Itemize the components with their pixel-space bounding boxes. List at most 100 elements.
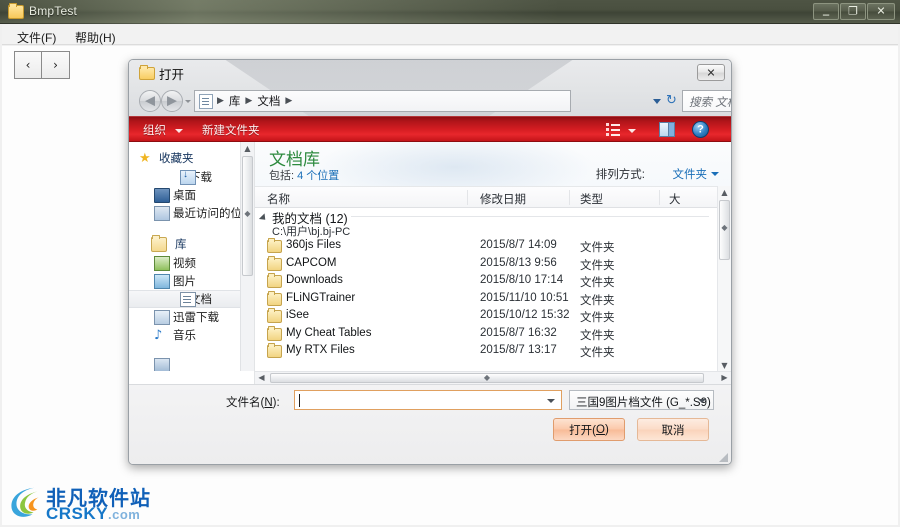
sidebar-item-thunder-download[interactable]: 迅雷下载 — [129, 308, 254, 326]
hscroll-right-button[interactable]: ▶ — [718, 372, 731, 384]
breadcrumb-item-library[interactable]: 库 — [225, 93, 245, 109]
view-mode-icon[interactable] — [606, 123, 620, 136]
filetype-select[interactable]: 三国9图片档文件 (G_*.S9) — [569, 390, 714, 410]
group-rule — [351, 216, 709, 217]
preview-pane-icon[interactable] — [659, 122, 675, 137]
table-row[interactable]: My RTX Files 2015/8/7 13:17 文件夹 — [255, 343, 717, 361]
filename-dropdown-icon[interactable] — [547, 399, 555, 403]
open-label-key: O — [596, 423, 605, 436]
table-row[interactable]: 360js Files 2015/8/7 14:09 文件夹 — [255, 238, 717, 256]
address-dropdown-icon[interactable] — [653, 99, 661, 104]
organize-button[interactable]: 组织 — [143, 122, 166, 138]
sidebar-item-desktop[interactable]: 桌面 — [129, 186, 254, 204]
arrange-by-value[interactable]: 文件夹 — [673, 166, 708, 182]
breadcrumb-item-documents[interactable]: 文档 — [253, 93, 284, 109]
maximize-button[interactable]: ❐ — [840, 3, 866, 20]
filetype-dropdown-icon[interactable] — [698, 399, 706, 403]
file-list-scrollbar[interactable]: ▲ ◆ ▼ — [717, 186, 731, 372]
row-date: 2015/11/10 10:51 — [480, 291, 569, 304]
recent-locations-caret-icon[interactable] — [185, 100, 191, 103]
table-row[interactable]: iSee 2015/10/12 15:32 文件夹 — [255, 308, 717, 326]
watermark-english: CRSKY.com — [46, 504, 140, 524]
address-bar-row: ◀ ▶ ▶ 库 ▶ 文档 ▶ ↻ 搜索 文档 — [129, 88, 731, 114]
hscroll-left-button[interactable]: ◀ — [255, 372, 268, 384]
navigation-pane: ★ 收藏夹 下载 桌面 最近访问的位置 库 — [129, 142, 255, 384]
sidebar-item-thunder-download-label: 迅雷下载 — [173, 312, 219, 324]
nav-scroll-up-button[interactable]: ▲ — [241, 142, 254, 155]
row-date: 2015/8/10 17:14 — [480, 274, 564, 286]
row-name: iSee — [286, 309, 310, 321]
close-button[interactable]: ✕ — [867, 3, 895, 20]
forward-button[interactable]: ▶ — [161, 90, 183, 112]
table-row[interactable]: My Cheat Tables 2015/8/7 16:32 文件夹 — [255, 325, 717, 344]
table-row[interactable]: FLiNGTrainer 2015/11/10 10:51 文件夹 — [255, 290, 717, 309]
library-includes-link[interactable]: 4 个位置 — [297, 170, 339, 182]
prev-button[interactable]: ‹ — [14, 51, 42, 79]
nav-group-libraries[interactable]: 库 — [129, 234, 254, 254]
column-size[interactable]: 大 — [669, 191, 681, 207]
row-date: 2015/10/12 15:32 — [480, 309, 570, 321]
column-divider-1[interactable] — [467, 190, 468, 205]
back-button[interactable]: ◀ — [139, 90, 161, 112]
minimize-icon: − — [822, 7, 830, 22]
recent-places-icon — [154, 205, 170, 221]
new-folder-button[interactable]: 新建文件夹 — [202, 122, 260, 138]
folder-icon — [267, 308, 282, 323]
search-input[interactable]: 搜索 文档 — [689, 94, 731, 110]
navigation-pane-scrollbar[interactable]: ▲ ◆ ▼ — [240, 142, 254, 384]
command-bar: 组织 新建文件夹 ? — [129, 116, 731, 142]
group-collapse-icon[interactable] — [258, 213, 269, 223]
list-scroll-thumb[interactable]: ◆ — [719, 200, 730, 260]
resize-grip-icon[interactable] — [718, 452, 728, 462]
download-icon — [180, 169, 196, 185]
refresh-icon[interactable]: ↻ — [666, 94, 680, 108]
maximize-icon: ❐ — [848, 5, 858, 17]
open-file-dialog: 打开 ✕ ◀ ▶ ▶ 库 ▶ 文档 ▶ ↻ 搜索 文 组织 新建文件夹 ? ★ … — [128, 59, 732, 465]
column-name[interactable]: 名称 — [267, 191, 290, 207]
minimize-button[interactable]: − — [813, 3, 839, 22]
open-button[interactable]: 打开(O) — [553, 418, 625, 441]
menu-help[interactable]: 帮助(H) — [70, 28, 121, 47]
sidebar-item-music[interactable]: ♪ 音乐 — [129, 326, 254, 344]
group-path: C:\用户\bj.bj-PC — [272, 226, 351, 238]
organize-caret-icon[interactable] — [175, 129, 183, 133]
group-header[interactable]: 我的文档 (12) C:\用户\bj.bj-PC — [255, 208, 717, 238]
hscroll-grip-icon: ◆ — [483, 373, 491, 382]
nav-scroll-thumb[interactable]: ◆ — [242, 156, 253, 276]
star-icon: ★ — [139, 150, 151, 166]
table-row[interactable]: CAPCOM 2015/8/13 9:56 文件夹 — [255, 255, 717, 274]
sidebar-item-documents[interactable]: 文档 — [129, 290, 254, 308]
thunder-download-icon — [154, 309, 170, 325]
list-scroll-grip-icon: ◆ — [721, 223, 728, 232]
list-scroll-up-button[interactable]: ▲ — [718, 186, 731, 199]
column-header-row: 名称 修改日期 类型 大 — [255, 186, 731, 208]
dialog-close-button[interactable]: ✕ — [697, 64, 725, 81]
filename-input[interactable] — [294, 390, 562, 410]
table-row[interactable]: Downloads 2015/8/10 17:14 文件夹 — [255, 273, 717, 291]
file-rows: 我的文档 (12) C:\用户\bj.bj-PC 360js Files 201… — [255, 208, 717, 372]
column-divider-3[interactable] — [659, 190, 660, 205]
file-list-hscrollbar[interactable]: ◀ ◆ ▶ — [255, 371, 731, 384]
next-button[interactable]: › — [42, 51, 70, 79]
nav-group-favorites[interactable]: ★ 收藏夹 — [129, 148, 254, 168]
sidebar-item-downloads[interactable]: 下载 — [129, 168, 254, 186]
column-type[interactable]: 类型 — [580, 191, 603, 207]
column-date-modified[interactable]: 修改日期 — [480, 191, 526, 207]
cancel-button[interactable]: 取消 — [637, 418, 709, 441]
row-type: 文件夹 — [580, 329, 615, 342]
search-box[interactable]: 搜索 文档 — [682, 90, 731, 112]
help-glyph: ? — [697, 123, 704, 135]
help-icon[interactable]: ? — [692, 121, 709, 138]
filename-label-post: ): — [272, 397, 280, 409]
column-divider-2[interactable] — [569, 190, 570, 205]
address-breadcrumb-bar[interactable]: ▶ 库 ▶ 文档 ▶ — [194, 90, 571, 112]
app-folder-icon — [8, 3, 24, 19]
sidebar-item-pictures[interactable]: 图片 — [129, 272, 254, 290]
sidebar-item-videos[interactable]: 视频 — [129, 254, 254, 272]
hscroll-thumb[interactable]: ◆ — [270, 373, 704, 383]
row-name: FLiNGTrainer — [286, 291, 356, 304]
menu-file[interactable]: 文件(F) — [12, 28, 61, 47]
arrange-by-caret-icon[interactable] — [711, 172, 719, 176]
sidebar-item-recent-places[interactable]: 最近访问的位置 — [129, 204, 254, 222]
view-mode-caret-icon[interactable] — [628, 129, 636, 133]
